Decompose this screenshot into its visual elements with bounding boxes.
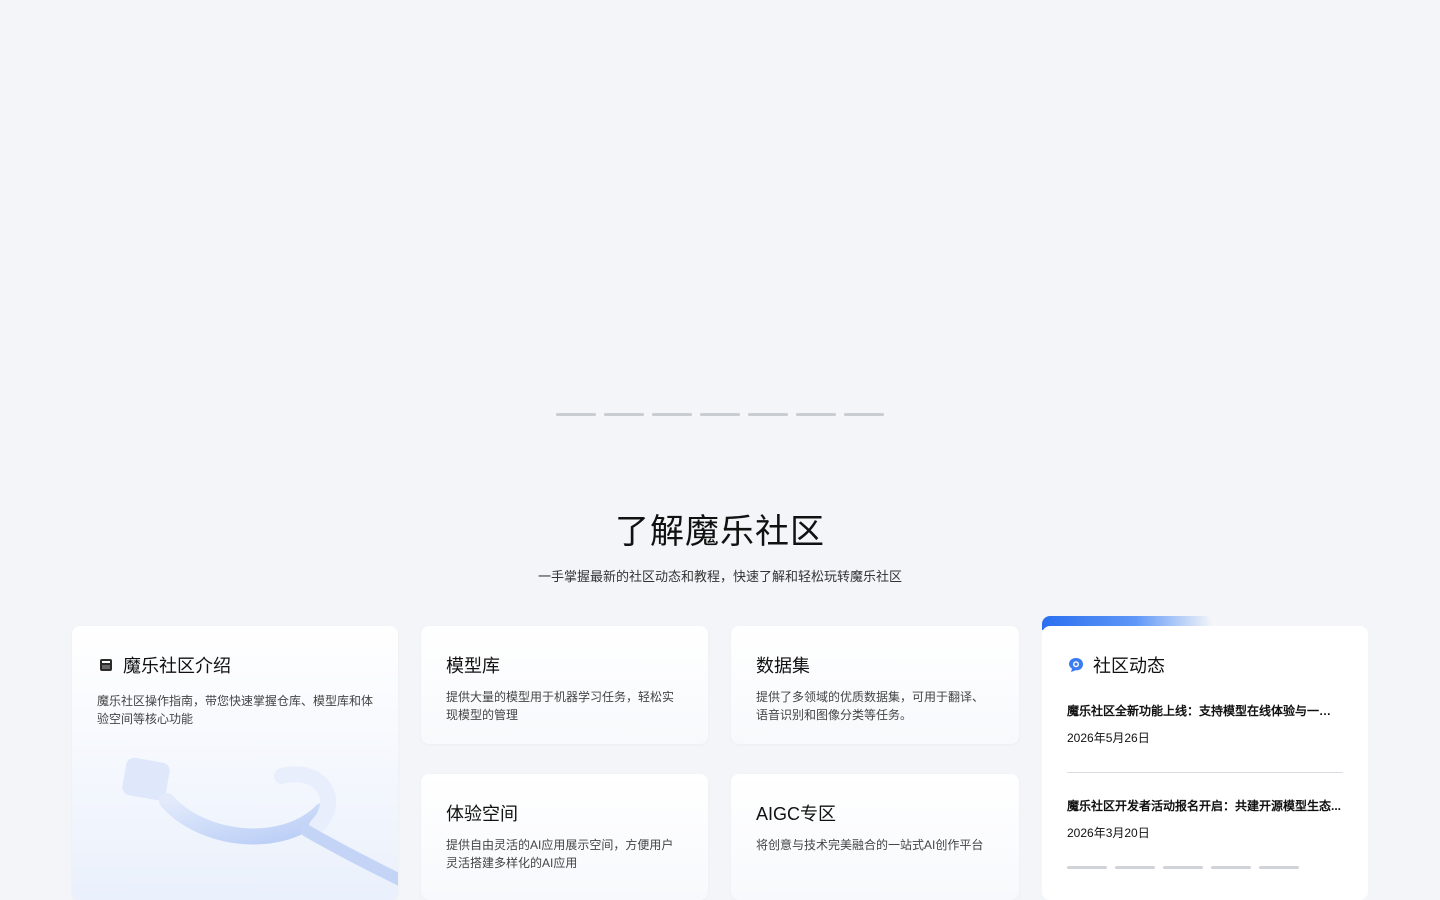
aigc-card[interactable]: AIGC专区 将创意与技术完美融合的一站式AI创作平台 (731, 774, 1019, 900)
hero-banner (0, 0, 1440, 440)
news-item[interactable]: 魔乐社区全新功能上线：支持模型在线体验与一键部署... 2026年5月26日 (1067, 702, 1343, 746)
news-item-headline[interactable]: 魔乐社区全新功能上线：支持模型在线体验与一键部署... (1067, 702, 1343, 719)
news-carousel-indicators (1067, 866, 1299, 869)
models-card-title: 模型库 (446, 656, 500, 676)
carousel-dot-5[interactable] (748, 413, 788, 416)
carousel-dot-6[interactable] (796, 413, 836, 416)
spaces-card-description: 提供自由灵活的AI应用展示空间，方便用户灵活搭建多样化的AI应用 (446, 838, 674, 870)
news-dot-1[interactable] (1067, 866, 1107, 869)
carousel-dot-4[interactable] (700, 413, 740, 416)
news-item-date: 2026年3月20日 (1067, 826, 1150, 840)
decorative-ribbon-illustration (122, 757, 398, 886)
datasets-card[interactable]: 数据集 提供了多领域的优质数据集，可用于翻译、语音识别和图像分类等任务。 (731, 626, 1019, 744)
carousel-dot-2[interactable] (604, 413, 644, 416)
datasets-card-title: 数据集 (756, 656, 810, 676)
intro-card[interactable]: 魔乐社区介绍 魔乐社区操作指南，带您快速掌握仓库、模型库和体验空间等核心功能 (72, 626, 398, 900)
models-card[interactable]: 模型库 提供大量的模型用于机器学习任务，轻松实现模型的管理 (421, 626, 708, 744)
news-item-headline[interactable]: 魔乐社区开发者活动报名开启：共建开源模型生态... (1067, 797, 1343, 814)
aigc-card-title: AIGC专区 (756, 804, 837, 824)
models-card-description: 提供大量的模型用于机器学习任务，轻松实现模型的管理 (446, 690, 675, 722)
spaces-card[interactable]: 体验空间 提供自由灵活的AI应用展示空间，方便用户灵活搭建多样化的AI应用 (421, 774, 708, 900)
carousel-dot-1[interactable] (556, 413, 596, 416)
news-panel-body: 社区动态 魔乐社区全新功能上线：支持模型在线体验与一键部署... 2026年5月… (1042, 626, 1368, 900)
section-subtitle: 一手掌握最新的社区动态和教程，快速了解和轻松玩转魔乐社区 (537, 569, 902, 584)
carousel-dot-7[interactable] (844, 413, 884, 416)
news-dot-3[interactable] (1163, 866, 1203, 869)
banner-carousel-indicators (556, 413, 884, 416)
chat-bubble-icon (1069, 658, 1083, 672)
news-dot-4[interactable] (1211, 866, 1251, 869)
section-title: 了解魔乐社区 (615, 513, 825, 551)
aigc-card-description: 将创意与技术完美融合的一站式AI创作平台 (756, 838, 984, 852)
carousel-dot-3[interactable] (652, 413, 692, 416)
news-dot-5[interactable] (1259, 866, 1299, 869)
datasets-card-description: 提供了多领域的优质数据集，可用于翻译、语音识别和图像分类等任务。 (756, 690, 985, 722)
spaces-card-title: 体验空间 (446, 804, 518, 824)
news-dot-2[interactable] (1115, 866, 1155, 869)
news-panel-title: 社区动态 (1093, 656, 1165, 676)
community-news-panel: 社区动态 魔乐社区全新功能上线：支持模型在线体验与一键部署... 2026年5月… (1042, 616, 1368, 900)
news-item-date: 2026年5月26日 (1067, 731, 1150, 745)
news-item[interactable]: 魔乐社区开发者活动报名开启：共建开源模型生态... 2026年3月20日 (1067, 772, 1343, 841)
